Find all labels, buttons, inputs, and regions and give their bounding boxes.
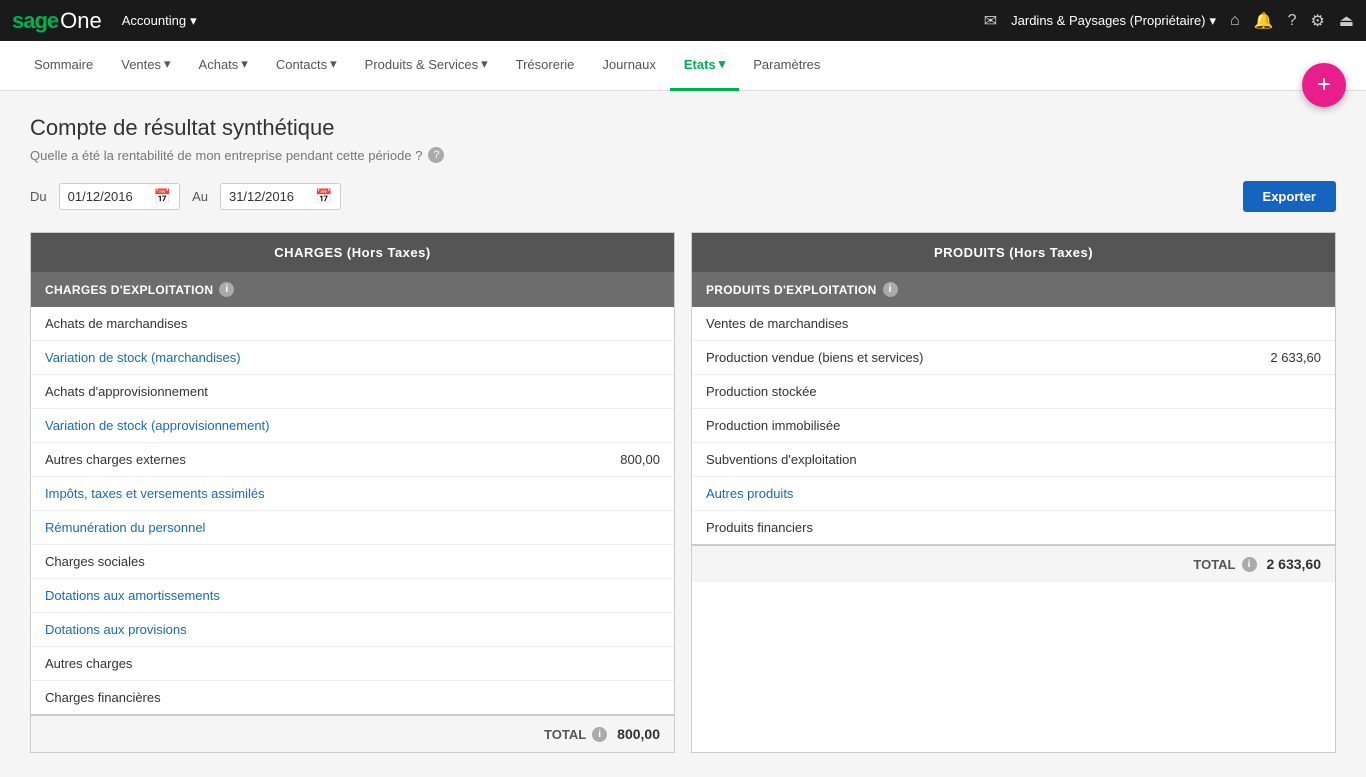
charges-total-label: TOTAL i [544,727,607,742]
table-row: Impôts, taxes et versements assimilés [31,477,674,511]
table-row: Autres charges [31,647,674,681]
to-calendar-icon[interactable]: 📅 [315,188,332,205]
row-label: Achats de marchandises [45,316,187,331]
logo[interactable]: sage One [12,8,102,34]
from-date-input[interactable] [68,189,148,204]
to-date-wrapper: 📅 [220,183,341,210]
table-row: Dotations aux amortissements [31,579,674,613]
charges-rows: Achats de marchandises Variation de stock… [31,307,674,714]
from-calendar-icon[interactable]: 📅 [154,188,171,205]
produits-footer: TOTAL i 2 633,60 [692,544,1335,582]
nav-achats[interactable]: Achats ▾ [185,41,262,91]
row-label[interactable]: Impôts, taxes et versements assimilés [45,486,265,501]
fab-add-button[interactable]: + [1302,63,1346,107]
to-date-input[interactable] [229,189,309,204]
logo-sage: sage [12,8,58,34]
table-row: Variation de stock (approvisionnement) [31,409,674,443]
nav-etats[interactable]: Etats ▾ [670,41,739,91]
row-label: Subventions d'exploitation [706,452,857,467]
row-label[interactable]: Autres produits [706,486,793,501]
row-label: Autres charges externes [45,452,186,467]
row-label: Charges financières [45,690,161,705]
charges-subheader: CHARGES D'EXPLOITATION i [31,272,674,307]
row-label[interactable]: Dotations aux provisions [45,622,187,637]
top-navigation: sage One Accounting ▾ ✉ Jardins & Paysag… [0,0,1366,41]
filters-row: Du 📅 Au 📅 Exporter [30,181,1336,212]
page-title: Compte de résultat synthétique [30,115,1336,141]
row-label: Achats d'approvisionnement [45,384,208,399]
to-label: Au [192,189,208,204]
produits-info-icon[interactable]: i [883,282,898,297]
row-label[interactable]: Rémunération du personnel [45,520,205,535]
table-row: Achats de marchandises [31,307,674,341]
table-row: Subventions d'exploitation [692,443,1335,477]
produits-rows: Ventes de marchandises Production vendue … [692,307,1335,544]
table-row: Autres produits [692,477,1335,511]
charges-table: CHARGES (Hors Taxes) CHARGES D'EXPLOITAT… [30,232,675,753]
table-row: Charges financières [31,681,674,714]
row-label: Production stockée [706,384,817,399]
row-label[interactable]: Variation de stock (approvisionnement) [45,418,270,433]
top-nav-right: ✉ Jardins & Paysages (Propriétaire) ▾ ⌂ … [984,11,1354,31]
logout-icon[interactable]: ⏏ [1339,11,1354,31]
table-row: Dotations aux provisions [31,613,674,647]
row-label[interactable]: Variation de stock (marchandises) [45,350,241,365]
row-label: Production immobilisée [706,418,840,433]
table-row: Ventes de marchandises [692,307,1335,341]
table-row: Production vendue (biens et services) 2 6… [692,341,1335,375]
charges-total-value: 800,00 [617,726,660,742]
charges-info-icon[interactable]: i [219,282,234,297]
from-label: Du [30,189,47,204]
bell-icon[interactable]: 🔔 [1254,11,1274,31]
nav-parametres[interactable]: Paramètres [739,41,834,91]
produits-subheader: PRODUITS D'EXPLOITATION i [692,272,1335,307]
main-navigation: Sommaire Ventes ▾ Achats ▾ Contacts ▾ Pr… [0,41,1366,91]
nav-sommaire[interactable]: Sommaire [20,41,107,91]
produits-table-header: PRODUITS (Hors Taxes) [692,233,1335,272]
nav-produits-services[interactable]: Produits & Services ▾ [351,41,502,91]
charges-footer: TOTAL i 800,00 [31,714,674,752]
charges-total-info-icon[interactable]: i [592,727,607,742]
subtitle-help-icon[interactable]: ? [428,147,444,163]
mail-icon[interactable]: ✉ [984,11,997,31]
table-row: Charges sociales [31,545,674,579]
row-label: Produits financiers [706,520,813,535]
nav-ventes[interactable]: Ventes ▾ [107,41,184,91]
page-subtitle: Quelle a été la rentabilité de mon entre… [30,147,1336,163]
produits-table: PRODUITS (Hors Taxes) PRODUITS D'EXPLOIT… [691,232,1336,753]
page-content: Compte de résultat synthétique Quelle a … [0,91,1366,777]
produits-total-info-icon[interactable]: i [1242,557,1257,572]
nav-tresorerie[interactable]: Trésorerie [502,41,589,91]
table-row: Achats d'approvisionnement [31,375,674,409]
logo-one: One [60,8,102,34]
table-row: Production immobilisée [692,409,1335,443]
table-row: Production stockée [692,375,1335,409]
table-row: Variation de stock (marchandises) [31,341,674,375]
tables-container: CHARGES (Hors Taxes) CHARGES D'EXPLOITAT… [30,232,1336,753]
produits-total-value: 2 633,60 [1267,556,1322,572]
help-icon[interactable]: ? [1288,12,1297,30]
row-label: Production vendue (biens et services) [706,350,924,365]
nav-contacts[interactable]: Contacts ▾ [262,41,351,91]
row-value: 2 633,60 [1270,350,1321,365]
table-row: Autres charges externes 800,00 [31,443,674,477]
from-date-wrapper: 📅 [59,183,180,210]
home-icon[interactable]: ⌂ [1230,12,1240,30]
row-label: Autres charges [45,656,132,671]
settings-icon[interactable]: ⚙ [1311,11,1325,31]
company-selector[interactable]: Jardins & Paysages (Propriétaire) ▾ [1011,13,1216,29]
charges-table-header: CHARGES (Hors Taxes) [31,233,674,272]
table-row: Rémunération du personnel [31,511,674,545]
row-label: Charges sociales [45,554,145,569]
export-button[interactable]: Exporter [1243,181,1336,212]
row-label: Ventes de marchandises [706,316,848,331]
accounting-dropdown-button[interactable]: Accounting ▾ [114,9,205,33]
nav-journaux[interactable]: Journaux [588,41,669,91]
row-value: 800,00 [620,452,660,467]
table-row: Produits financiers [692,511,1335,544]
produits-total-label: TOTAL i [1193,557,1256,572]
row-label[interactable]: Dotations aux amortissements [45,588,220,603]
